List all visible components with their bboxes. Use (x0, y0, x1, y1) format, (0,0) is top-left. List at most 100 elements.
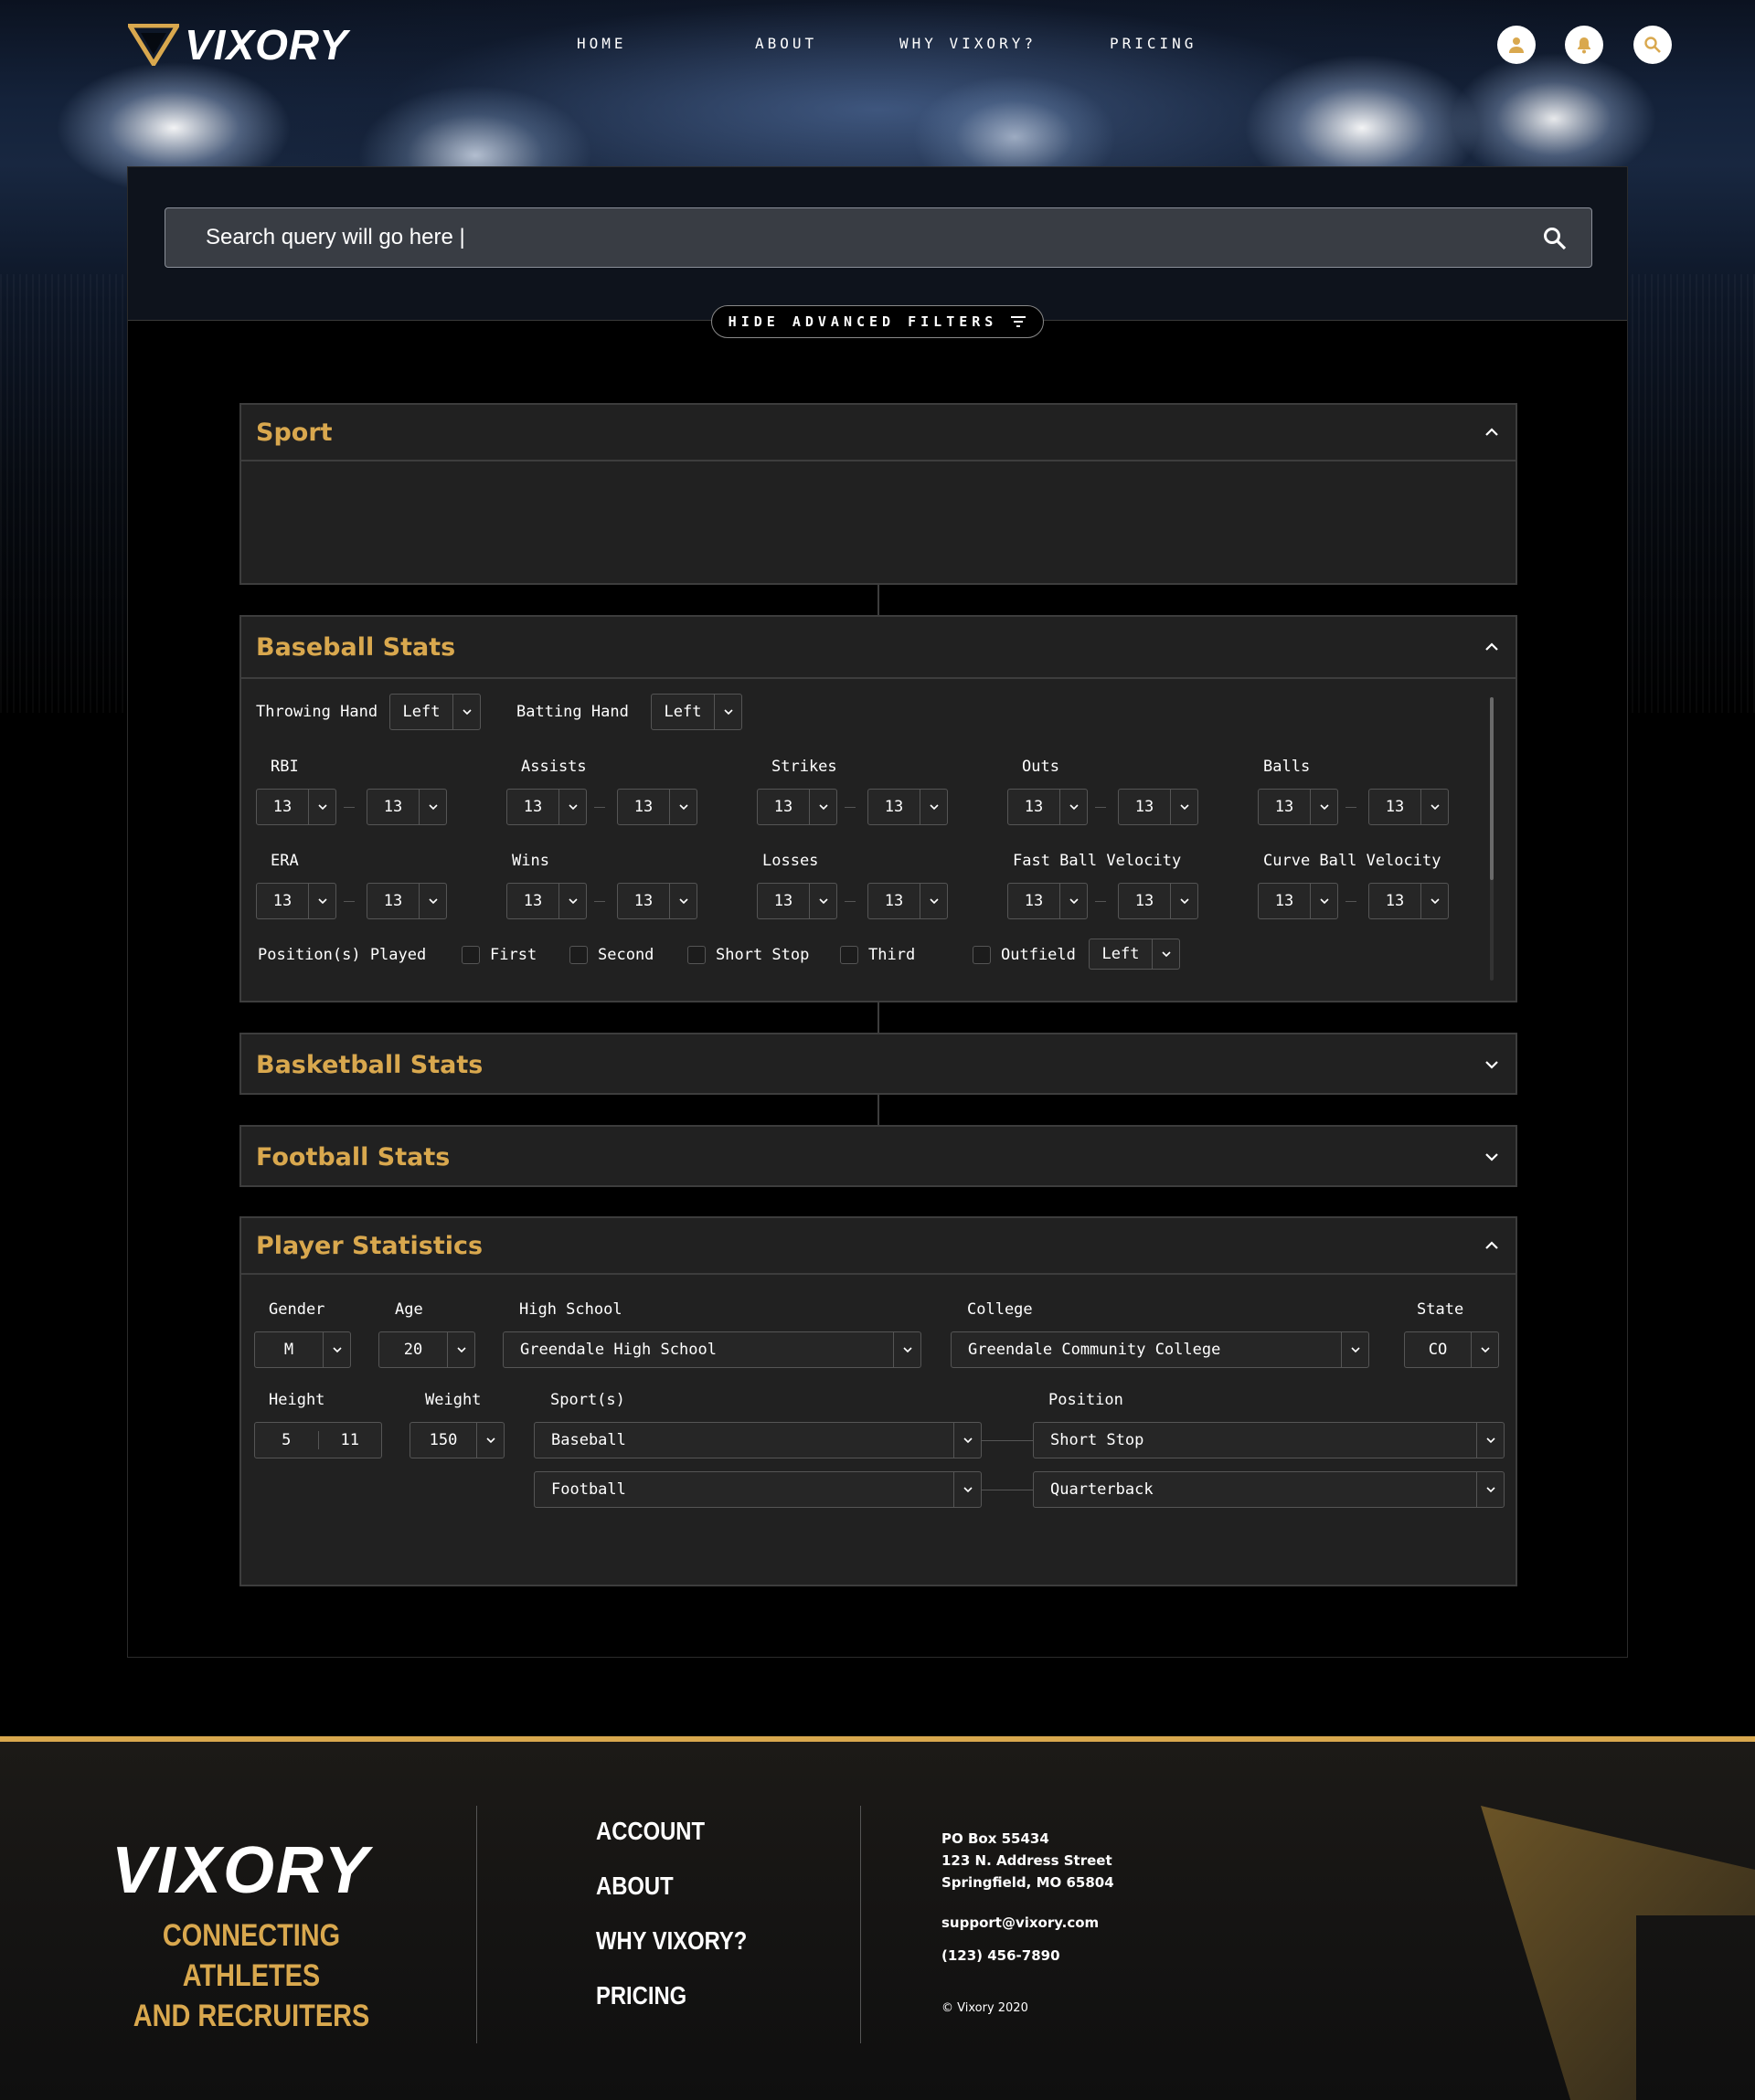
footer-decorative-shape (1481, 1806, 1755, 2100)
footer-phone[interactable]: (123) 456-7890 (941, 1945, 1060, 1967)
throwing-hand-select[interactable]: Left (389, 694, 481, 730)
stat-max-select[interactable]: 13 (367, 883, 447, 919)
stat-max-select[interactable]: 13 (867, 789, 948, 825)
gender-select[interactable]: M (254, 1331, 351, 1368)
stat-min-select[interactable]: 13 (757, 789, 837, 825)
player-section-header[interactable]: Player Statistics (241, 1218, 1516, 1275)
select-value: 13 (884, 892, 904, 910)
filter-icon (1011, 316, 1026, 327)
position-select-1[interactable]: Short Stop (1033, 1422, 1505, 1458)
select-value: 13 (773, 892, 793, 910)
nav-pricing[interactable]: PRICING (1110, 35, 1197, 52)
account-button[interactable] (1497, 26, 1536, 64)
chevron-up-icon[interactable] (1483, 423, 1501, 441)
weight-select[interactable]: 150 (410, 1422, 505, 1458)
position-checkbox-short-stop[interactable] (687, 946, 706, 964)
stat-min-select[interactable]: 13 (1007, 883, 1088, 919)
section-scrollbar[interactable] (1490, 697, 1494, 981)
state-label: State (1417, 1300, 1464, 1319)
hide-advanced-filters-button[interactable]: HIDE ADVANCED FILTERS (711, 305, 1044, 338)
stat-max-select[interactable]: 13 (1118, 789, 1198, 825)
footer-tagline-line: AND RECRUITERS (133, 1999, 370, 2033)
football-stats-section[interactable]: Football Stats (239, 1125, 1517, 1187)
sport-select-2[interactable]: Football (534, 1471, 982, 1508)
select-value: Left (402, 703, 441, 721)
chevron-down-icon (558, 884, 586, 918)
footer-email[interactable]: support@vixory.com (941, 1912, 1099, 1934)
stat-min-select[interactable]: 13 (256, 789, 336, 825)
basketball-stats-section[interactable]: Basketball Stats (239, 1033, 1517, 1095)
chevron-down-icon[interactable] (1483, 1055, 1501, 1074)
age-select[interactable]: 20 (378, 1331, 475, 1368)
search-icon[interactable] (1542, 226, 1568, 251)
position-checkbox-first[interactable] (462, 946, 480, 964)
select-value: 13 (1274, 892, 1294, 910)
baseball-section-body: Throwing Hand Left Batting Hand Left RBI… (241, 679, 1516, 999)
select-value: M (283, 1341, 294, 1359)
state-select[interactable]: CO (1404, 1331, 1499, 1368)
stat-label: ERA (271, 852, 299, 870)
chevron-down-icon (558, 790, 586, 824)
basketball-section-header[interactable]: Basketball Stats (241, 1034, 1516, 1095)
nav-home[interactable]: HOME (577, 35, 627, 52)
baseball-stats-section: Baseball Stats Throwing Hand Left Battin… (239, 615, 1517, 1002)
college-select[interactable]: Greendale Community College (951, 1331, 1369, 1368)
high-school-select[interactable]: Greendale High School (503, 1331, 921, 1368)
nav-why-vixory[interactable]: WHY VIXORY? (899, 35, 1037, 52)
footer-link-about[interactable]: ABOUT (596, 1872, 674, 1901)
chevron-down-icon (893, 1332, 920, 1367)
nav-about[interactable]: ABOUT (755, 35, 817, 52)
stat-max-select[interactable]: 13 (367, 789, 447, 825)
footer-tagline-line: CONNECTING ATHLETES (162, 1918, 341, 1993)
stat-min-select[interactable]: 13 (256, 883, 336, 919)
stat-min-select[interactable]: 13 (506, 789, 587, 825)
stat-label: Assists (521, 758, 587, 776)
height-inches-value[interactable]: 11 (319, 1431, 382, 1449)
footer-link-why-vixory[interactable]: WHY VIXORY? (596, 1926, 747, 1956)
range-dash (1346, 901, 1356, 902)
search-input[interactable]: Search query will go here | (165, 207, 1592, 268)
footer-link-account[interactable]: ACCOUNT (596, 1817, 705, 1846)
stat-max-select[interactable]: 13 (1368, 789, 1449, 825)
sport-section-header[interactable]: Sport (241, 405, 1516, 461)
height-feet-value[interactable]: 5 (255, 1431, 319, 1449)
stat-max-select[interactable]: 13 (867, 883, 948, 919)
stat-min-select[interactable]: 13 (1258, 789, 1338, 825)
chevron-up-icon[interactable] (1483, 638, 1501, 656)
scrollbar-thumb[interactable] (1490, 697, 1494, 880)
stat-max-select[interactable]: 13 (1368, 883, 1449, 919)
stat-max-select[interactable]: 13 (617, 883, 697, 919)
stat-max-select[interactable]: 13 (1118, 883, 1198, 919)
stat-min-select[interactable]: 13 (506, 883, 587, 919)
stat-min-select[interactable]: 13 (1007, 789, 1088, 825)
header-search-button[interactable] (1633, 26, 1672, 64)
range-dash (594, 901, 605, 902)
baseball-section-header[interactable]: Baseball Stats (241, 617, 1516, 679)
footer-link-pricing[interactable]: PRICING (596, 1981, 686, 2010)
position-select-2[interactable]: Quarterback (1033, 1471, 1505, 1508)
footer-logo[interactable]: VIXORY (112, 1833, 370, 1908)
height-input[interactable]: 5 11 (254, 1422, 382, 1458)
select-value: 13 (383, 892, 403, 910)
stat-min-select[interactable]: 13 (1258, 883, 1338, 919)
stat-min-select[interactable]: 13 (757, 883, 837, 919)
sport-select-1[interactable]: Baseball (534, 1422, 982, 1458)
select-value: Left (664, 703, 702, 721)
batting-hand-select[interactable]: Left (651, 694, 742, 730)
outfield-side-select[interactable]: Left (1089, 939, 1180, 970)
position-checkbox-third[interactable] (840, 946, 858, 964)
player-section-body: Gender M Age 20 High School Greendale Hi… (241, 1275, 1516, 1586)
chevron-down-icon (1310, 790, 1337, 824)
position-checkbox-outfield[interactable] (973, 946, 991, 964)
chevron-down-icon[interactable] (1483, 1148, 1501, 1166)
weight-label: Weight (425, 1391, 482, 1409)
chevron-down-icon (323, 1332, 350, 1367)
select-value: 13 (773, 798, 793, 816)
chevron-up-icon[interactable] (1483, 1236, 1501, 1255)
user-icon (1509, 37, 1524, 53)
section-connector (878, 1002, 879, 1033)
football-section-header[interactable]: Football Stats (241, 1127, 1516, 1187)
stat-max-select[interactable]: 13 (617, 789, 697, 825)
notifications-button[interactable] (1565, 26, 1603, 64)
position-checkbox-second[interactable] (569, 946, 588, 964)
